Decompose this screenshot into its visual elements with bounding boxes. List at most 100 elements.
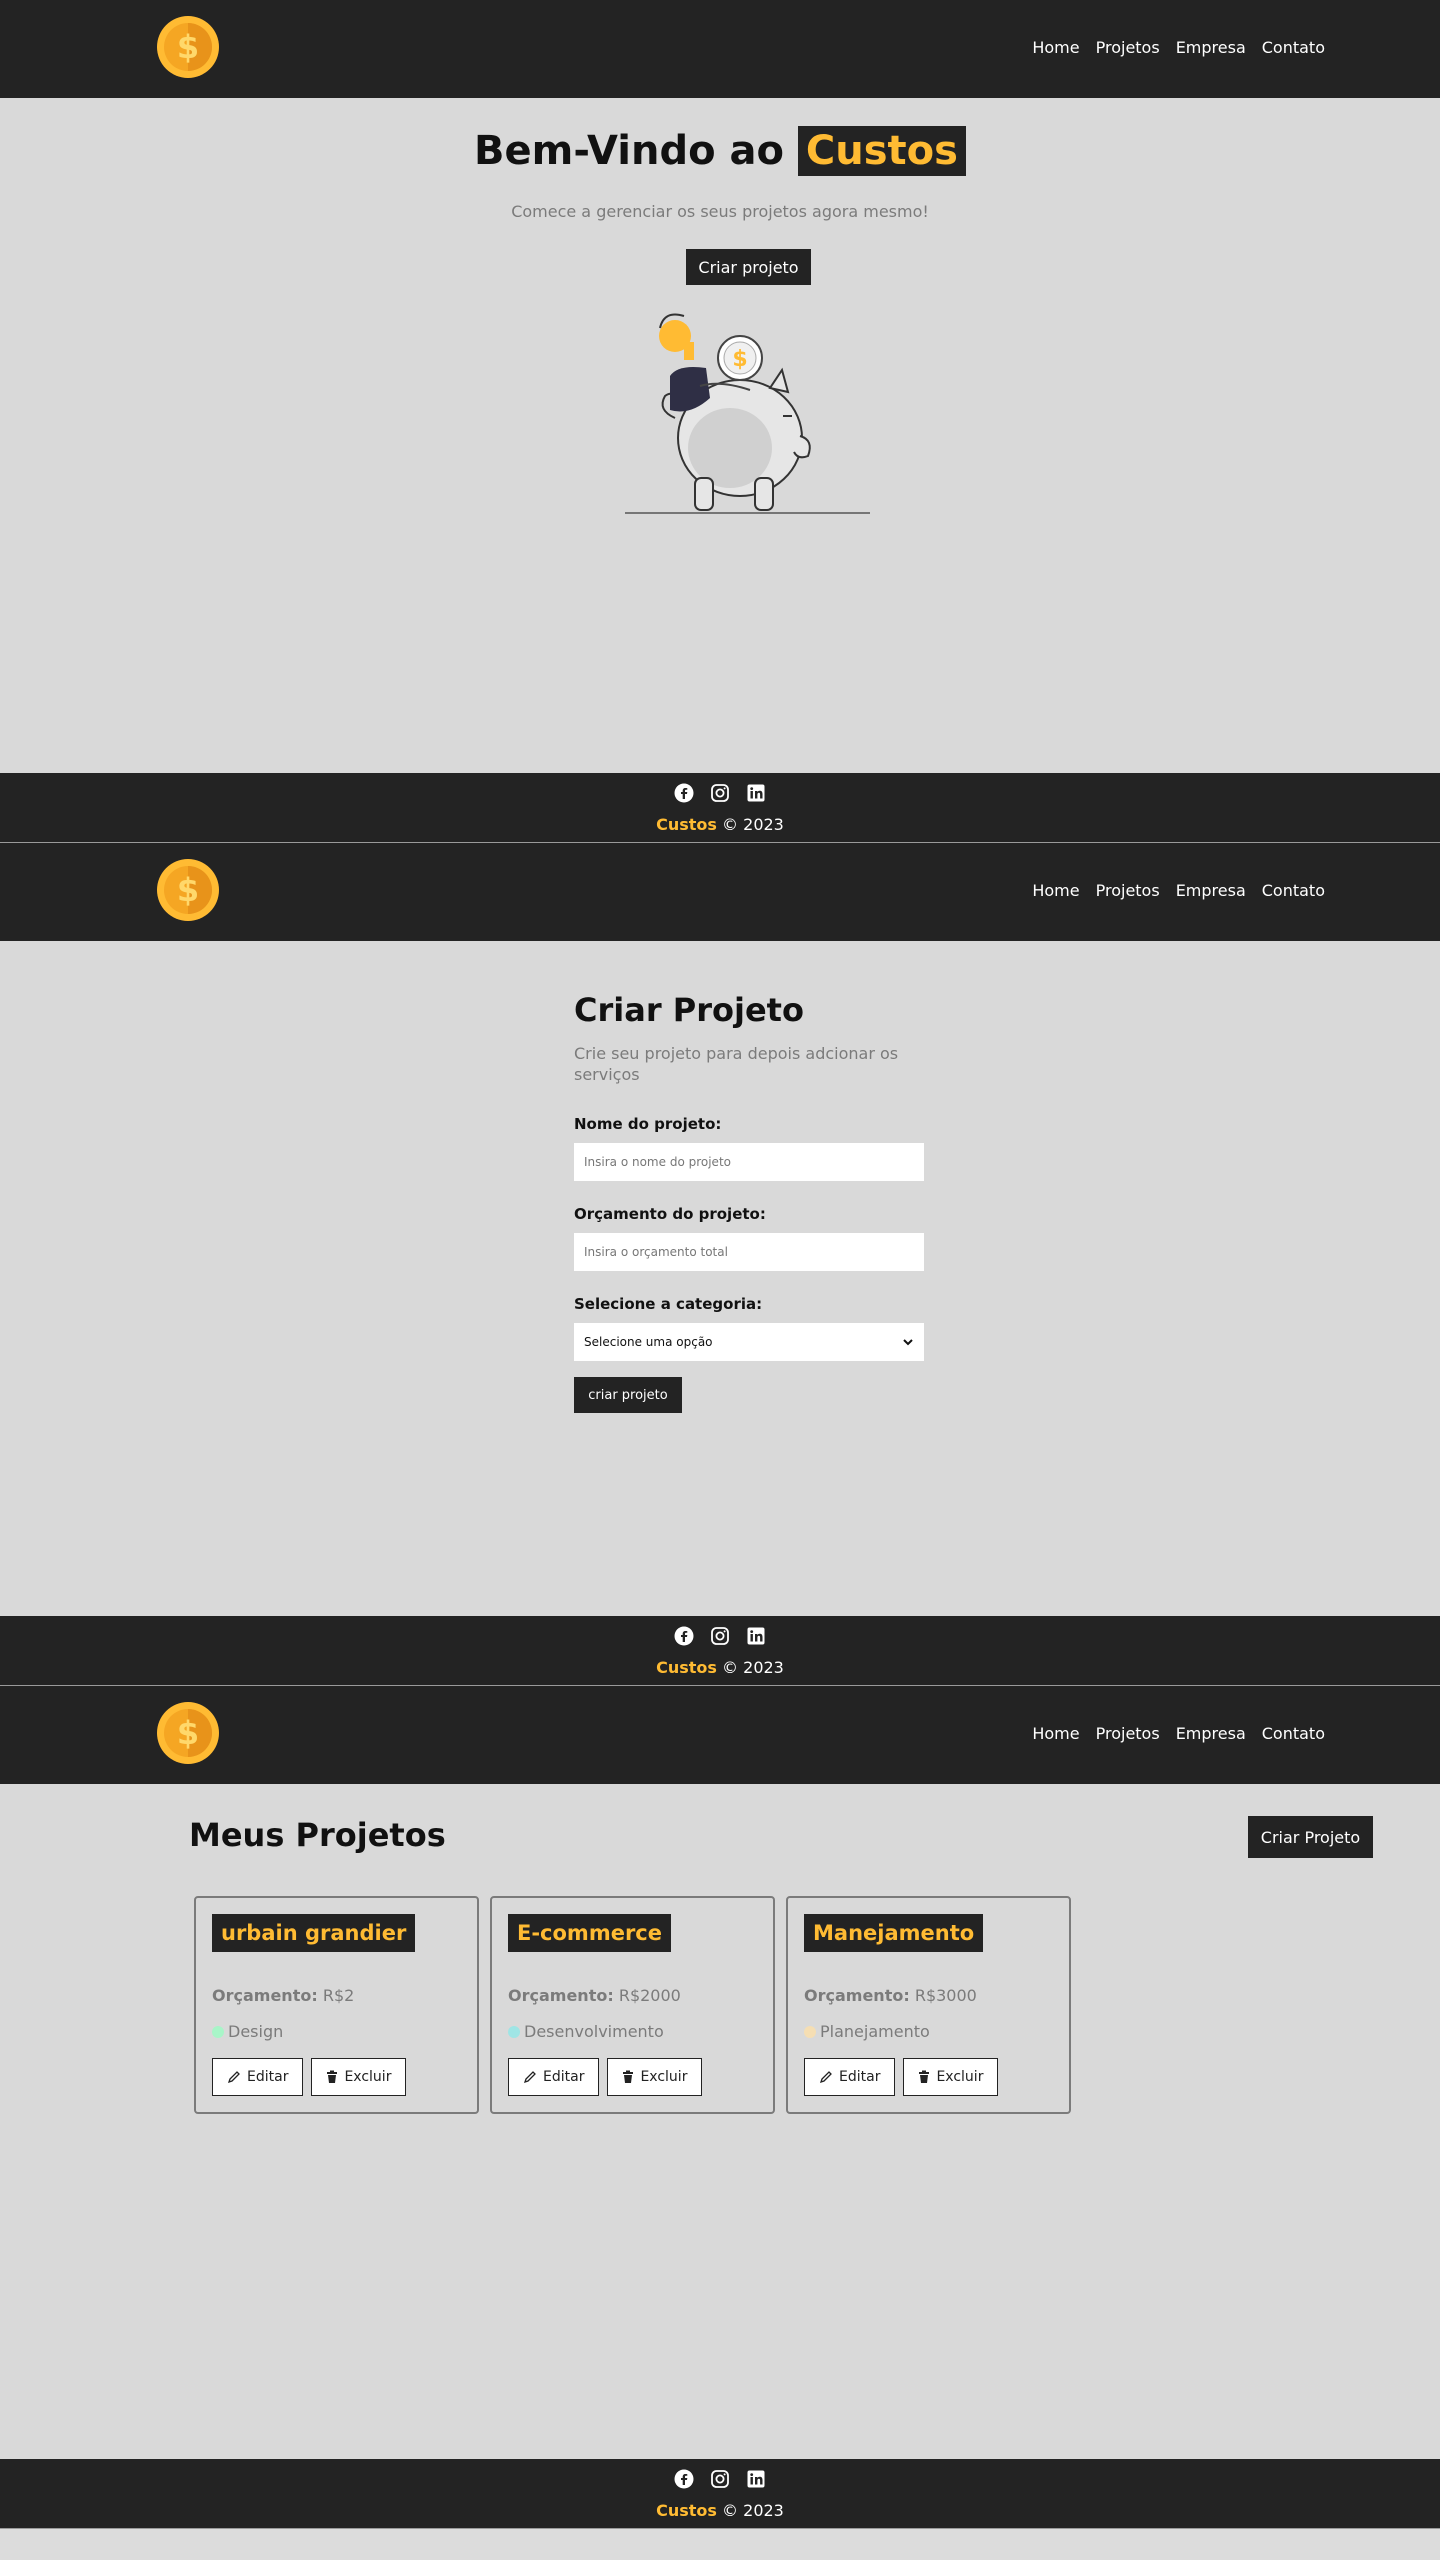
footer-copyright: © 2023: [722, 815, 784, 834]
delete-label: Excluir: [344, 2069, 392, 2085]
social-links: [0, 1626, 1440, 1646]
pencil-icon: [819, 2071, 832, 2084]
svg-text:$: $: [177, 1714, 199, 1752]
form-subtitle: Crie seu projeto para depois adcionar os…: [574, 1044, 899, 1084]
nav-link-empresa[interactable]: Empresa: [1176, 1724, 1246, 1743]
copyright: Custos © 2023: [0, 815, 1440, 834]
facebook-icon[interactable]: [674, 1626, 694, 1646]
copyright: Custos © 2023: [0, 2501, 1440, 2520]
category-name: Desenvolvimento: [524, 2022, 664, 2041]
trash-icon: [623, 2070, 634, 2083]
project-category: Planejamento: [804, 2022, 930, 2041]
project-budget: Orçamento: R$2000: [508, 1986, 681, 2005]
budget-value: R$2000: [618, 1986, 681, 2005]
svg-text:$: $: [732, 347, 747, 372]
footer-brand: Custos: [656, 1658, 717, 1677]
nav-link-empresa[interactable]: Empresa: [1176, 881, 1246, 900]
nav-link-projetos[interactable]: Projetos: [1096, 881, 1160, 900]
project-category: Design: [212, 2022, 283, 2041]
project-name-placeholder: Insira o nome do projeto: [584, 1155, 731, 1169]
create-project-button[interactable]: Criar projeto: [686, 249, 811, 285]
budget-value: R$3000: [914, 1986, 977, 2005]
project-name: Manejamento: [804, 1914, 984, 1952]
project-card: E-commerce Orçamento: R$2000 Desenvolvim…: [490, 1896, 775, 2114]
trash-icon: [919, 2070, 930, 2083]
nav-link-empresa[interactable]: Empresa: [1176, 38, 1246, 57]
project-name-input[interactable]: Insira o nome do projeto: [574, 1143, 924, 1181]
edit-button[interactable]: Editar: [508, 2058, 600, 2096]
nav-link-projetos[interactable]: Projetos: [1096, 38, 1160, 57]
project-category: Desenvolvimento: [508, 2022, 664, 2041]
linkedin-icon[interactable]: [746, 2469, 766, 2489]
projects-section: Meus Projetos Criar Projeto urbain grand…: [0, 1784, 1440, 2459]
nav-links: Home Projetos Empresa Contato: [1032, 881, 1325, 900]
footer: Custos © 2023: [0, 773, 1440, 843]
coin-logo-icon[interactable]: $: [156, 14, 220, 80]
edit-label: Editar: [543, 2069, 585, 2085]
facebook-icon[interactable]: [674, 2469, 694, 2489]
linkedin-icon[interactable]: [746, 1626, 766, 1646]
submit-project-button[interactable]: criar projeto: [574, 1377, 682, 1413]
card-actions: Editar Excluir: [212, 2058, 407, 2096]
edit-label: Editar: [839, 2069, 881, 2085]
edit-button[interactable]: Editar: [804, 2058, 896, 2096]
trash-icon: [327, 2070, 338, 2083]
edit-button[interactable]: Editar: [212, 2058, 304, 2096]
project-card: urbain grandier Orçamento: R$2 Design Ed…: [194, 1896, 479, 2114]
card-actions: Editar Excluir: [508, 2058, 703, 2096]
category-dot: [212, 2025, 224, 2038]
footer-brand: Custos: [656, 815, 717, 834]
footer-copyright: © 2023: [722, 2501, 784, 2520]
svg-text:$: $: [177, 28, 199, 66]
nav-link-contato[interactable]: Contato: [1262, 881, 1325, 900]
create-project-button[interactable]: Criar Projeto: [1248, 1816, 1373, 1858]
social-links: [0, 2469, 1440, 2489]
pencil-icon: [523, 2071, 536, 2084]
svg-text:$: $: [177, 871, 199, 909]
budget-label: Orçamento:: [508, 1986, 614, 2005]
nav-links: Home Projetos Empresa Contato: [1032, 1724, 1325, 1743]
home-title-highlight: Custos: [797, 126, 966, 176]
delete-button[interactable]: Excluir: [903, 2058, 999, 2096]
navbar: $ Home Projetos Empresa Contato: [0, 1686, 1440, 1784]
nav-link-projetos[interactable]: Projetos: [1096, 1724, 1160, 1743]
form-title: Criar Projeto: [574, 991, 804, 1029]
footer: Custos © 2023: [0, 2459, 1440, 2529]
linkedin-icon[interactable]: [746, 783, 766, 803]
nav-link-home[interactable]: Home: [1032, 881, 1079, 900]
coin-logo-icon[interactable]: $: [156, 1700, 220, 1766]
delete-label: Excluir: [936, 2069, 984, 2085]
edit-label: Editar: [247, 2069, 289, 2085]
instagram-icon[interactable]: [710, 2469, 730, 2489]
project-budget: Orçamento: R$3000: [804, 1986, 977, 2005]
projects-title: Meus Projetos: [189, 1816, 446, 1854]
home-title: Bem-Vindo ao Custos: [0, 126, 1440, 176]
nav-link-home[interactable]: Home: [1032, 38, 1079, 57]
category-select[interactable]: Selecione uma opção: [574, 1323, 924, 1361]
delete-button[interactable]: Excluir: [311, 2058, 407, 2096]
facebook-icon[interactable]: [674, 783, 694, 803]
navbar: $ Home Projetos Empresa Contato: [0, 0, 1440, 98]
instagram-icon[interactable]: [710, 1626, 730, 1646]
nav-link-contato[interactable]: Contato: [1262, 38, 1325, 57]
project-budget-input[interactable]: Insira o orçamento total: [574, 1233, 924, 1271]
nav-link-contato[interactable]: Contato: [1262, 1724, 1325, 1743]
chevron-down-icon: [903, 1339, 913, 1346]
category-label: Selecione a categoria:: [574, 1295, 763, 1313]
copyright: Custos © 2023: [0, 1658, 1440, 1677]
nav-link-home[interactable]: Home: [1032, 1724, 1079, 1743]
category-dot: [508, 2025, 520, 2038]
project-name-label: Nome do projeto:: [574, 1115, 722, 1133]
budget-label: Orçamento:: [804, 1986, 910, 2005]
category-name: Planejamento: [820, 2022, 930, 2041]
card-actions: Editar Excluir: [804, 2058, 999, 2096]
budget-label: Orçamento:: [212, 1986, 318, 2005]
budget-value: R$2: [322, 1986, 355, 2005]
project-budget-label: Orçamento do projeto:: [574, 1205, 766, 1223]
create-project-form: Criar Projeto Crie seu projeto para depo…: [574, 991, 924, 1413]
coin-logo-icon[interactable]: $: [156, 857, 220, 923]
instagram-icon[interactable]: [710, 783, 730, 803]
piggy-bank-illustration: $: [625, 313, 870, 514]
delete-button[interactable]: Excluir: [607, 2058, 703, 2096]
project-card: Manejamento Orçamento: R$3000 Planejamen…: [786, 1896, 1071, 2114]
